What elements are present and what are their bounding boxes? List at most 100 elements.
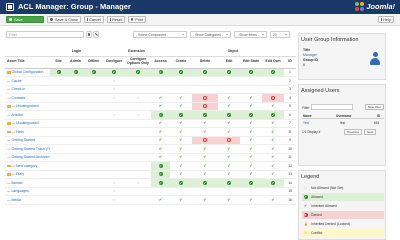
- permission-cell[interactable]: ✔: [151, 170, 171, 179]
- print-button[interactable]: Print: [128, 16, 146, 23]
- asset-title-cell[interactable]: — Hello: [5, 127, 50, 137]
- permission-cell[interactable]: ✔: [262, 153, 285, 162]
- permission-cell[interactable]: ✔: [151, 195, 171, 205]
- asset-title-cell[interactable]: — Languages: [5, 187, 50, 196]
- permission-cell[interactable]: ✔: [240, 102, 263, 111]
- asset-title-cell[interactable]: — Articles: [5, 110, 50, 120]
- permission-cell[interactable]: ✔: [67, 68, 84, 77]
- permission-cell[interactable]: ✔: [151, 127, 171, 137]
- permission-cell[interactable]: ✔: [240, 93, 263, 103]
- permission-cell[interactable]: ✖: [218, 136, 241, 145]
- permission-cell[interactable]: ✔: [84, 68, 104, 77]
- permission-cell[interactable]: ✔: [262, 136, 285, 145]
- asset-title-cell[interactable]: — Banner: [5, 178, 50, 188]
- permission-cell[interactable]: ✔: [170, 136, 193, 145]
- permission-cell[interactable]: ✔: [262, 170, 285, 179]
- permission-cell[interactable]: ✔: [218, 102, 241, 111]
- permission-cell[interactable]: ✔: [192, 110, 219, 120]
- permission-cell[interactable]: ✔: [192, 119, 219, 128]
- permission-cell[interactable]: ✔: [240, 178, 263, 188]
- permission-cell[interactable]: ✔: [218, 119, 241, 128]
- permission-cell[interactable]: ✔: [192, 153, 219, 162]
- permission-cell[interactable]: ○: [103, 187, 126, 196]
- clear-button[interactable]: [93, 31, 99, 38]
- permission-cell[interactable]: ✔: [170, 127, 193, 137]
- permission-cell[interactable]: ✔: [170, 144, 193, 154]
- permission-cell[interactable]: ✔: [262, 119, 285, 128]
- previous-page-button[interactable]: Previous: [344, 129, 362, 135]
- permission-cell[interactable]: ✔: [218, 93, 241, 103]
- permission-cell[interactable]: ✖: [262, 93, 285, 103]
- save-button[interactable]: Save: [6, 16, 44, 23]
- permission-cell[interactable]: ○: [103, 76, 126, 86]
- permission-cell[interactable]: ✔: [218, 178, 241, 188]
- permission-cell[interactable]: ✔: [262, 178, 285, 188]
- permission-cell[interactable]: ✔: [240, 119, 263, 128]
- reset-button[interactable]: Reset: [107, 16, 125, 23]
- permission-cell[interactable]: ✖: [192, 102, 219, 111]
- permission-cell[interactable]: ✔: [240, 195, 263, 205]
- asset-title-cell[interactable]: — Getting Started Trash (Trashed): [5, 144, 50, 154]
- permission-cell[interactable]: ✔: [151, 68, 171, 77]
- permission-cell[interactable]: ✔: [218, 110, 241, 120]
- joomla-logo[interactable]: Joomla!: [355, 2, 395, 11]
- asset-title-cell[interactable]: — Diary: [5, 170, 50, 179]
- permission-cell[interactable]: ✔: [262, 161, 285, 171]
- asset-title-cell[interactable]: Global Configuration: [5, 68, 50, 77]
- search-button[interactable]: [86, 31, 92, 38]
- permission-cell[interactable]: ✔: [192, 127, 219, 137]
- cancel-button[interactable]: Cancel: [84, 16, 104, 23]
- asset-title-cell[interactable]: — Uncategorised: [5, 119, 50, 128]
- permission-cell[interactable]: ✔: [262, 102, 285, 111]
- permission-cell[interactable]: ✔: [170, 170, 193, 179]
- permission-cell[interactable]: ✔: [240, 170, 263, 179]
- permission-cell[interactable]: ✔: [240, 161, 263, 171]
- title-value[interactable]: Manager: [303, 53, 317, 57]
- permission-cell[interactable]: ✔: [192, 195, 219, 205]
- permission-cell[interactable]: ✔: [170, 178, 193, 188]
- permission-cell[interactable]: ✔: [218, 161, 241, 171]
- permission-cell[interactable]: ✔: [170, 93, 193, 103]
- asset-title-cell[interactable]: — Media: [5, 195, 50, 205]
- permission-cell[interactable]: ✔: [218, 170, 241, 179]
- permission-cell[interactable]: ✔: [170, 110, 193, 120]
- permission-cell[interactable]: ✔: [192, 170, 219, 179]
- permission-cell[interactable]: ✔: [170, 119, 193, 128]
- permission-cell[interactable]: ✔: [170, 195, 193, 205]
- permission-cell[interactable]: ✔: [170, 68, 193, 77]
- permission-cell[interactable]: ○: [103, 93, 126, 103]
- user-filter-input[interactable]: [311, 104, 353, 110]
- permission-cell[interactable]: ○: [103, 110, 126, 120]
- permission-cell[interactable]: ✔: [125, 68, 152, 77]
- permission-cell[interactable]: ✔: [151, 110, 171, 120]
- limit-select[interactable]: 20: [270, 31, 290, 38]
- permission-cell[interactable]: ✔: [192, 144, 219, 154]
- permission-cell[interactable]: ✔: [170, 102, 193, 111]
- permission-cell[interactable]: ○: [125, 93, 152, 103]
- permission-cell[interactable]: ✔: [262, 195, 285, 205]
- permission-cell[interactable]: ✔: [151, 178, 171, 188]
- permission-cell[interactable]: ○: [125, 110, 152, 120]
- permission-cell[interactable]: ✔: [240, 110, 263, 120]
- permission-cell[interactable]: ✔: [218, 153, 241, 162]
- asset-title-cell[interactable]: — Check-in: [5, 85, 50, 94]
- permission-cell[interactable]: ○: [125, 178, 152, 188]
- permission-cell[interactable]: ○: [103, 195, 126, 205]
- permission-cell[interactable]: ✔: [218, 127, 241, 137]
- asset-title-cell[interactable]: — Getting Started: [5, 136, 50, 145]
- permission-cell[interactable]: ✖: [192, 136, 219, 145]
- search-input[interactable]: Filter: [6, 31, 84, 38]
- permission-cell[interactable]: ✔: [170, 153, 193, 162]
- permission-cell[interactable]: ✔: [151, 119, 171, 128]
- name-column-header[interactable]: Name: [303, 114, 312, 118]
- component-select[interactable]: - Select Component -: [133, 31, 187, 38]
- permission-cell[interactable]: ✔: [192, 68, 219, 77]
- categories-select[interactable]: - Show Categories -: [190, 31, 231, 38]
- asset-title-cell[interactable]: — New category: [5, 161, 50, 171]
- permission-cell[interactable]: ✔: [151, 161, 171, 171]
- permission-cell[interactable]: ✔: [240, 144, 263, 154]
- permission-cell[interactable]: ✔: [240, 127, 263, 137]
- permission-cell[interactable]: ✔: [218, 68, 241, 77]
- permission-cell[interactable]: ✔: [151, 136, 171, 145]
- id-column-header[interactable]: ID: [377, 114, 380, 118]
